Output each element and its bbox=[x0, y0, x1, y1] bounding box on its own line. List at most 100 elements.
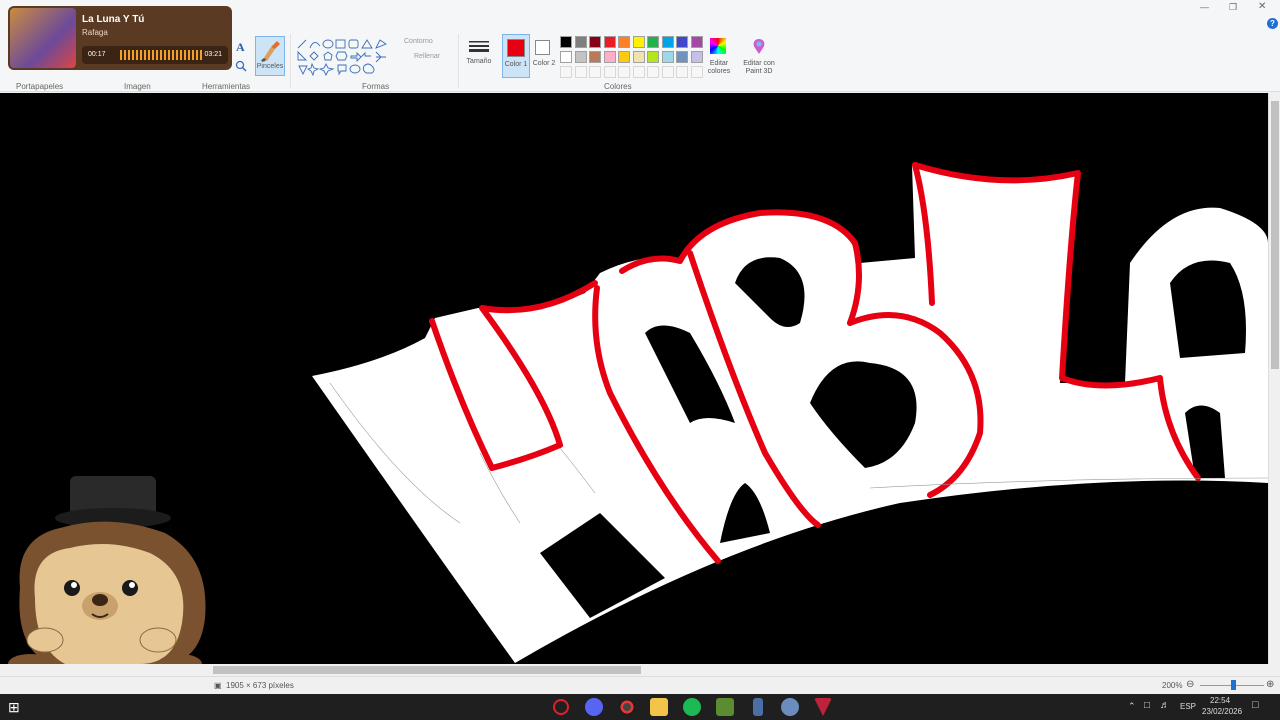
help-icon[interactable]: ? bbox=[1267, 18, 1278, 29]
custom-color-slot[interactable] bbox=[647, 66, 659, 78]
brush-icon bbox=[261, 41, 280, 62]
color1-swatch bbox=[507, 39, 525, 57]
hedgehog-mascot-icon bbox=[8, 476, 206, 664]
magnifier-icon[interactable] bbox=[235, 60, 247, 72]
palette-swatch[interactable] bbox=[661, 36, 674, 48]
palette-swatch[interactable] bbox=[603, 51, 616, 63]
palette-swatch[interactable] bbox=[690, 36, 703, 48]
brushes-button[interactable]: Pinceles bbox=[255, 36, 285, 76]
palette-swatch[interactable] bbox=[632, 36, 645, 48]
edit-colors-button[interactable]: Editar colores bbox=[706, 36, 732, 78]
size-button[interactable]: Tamaño bbox=[464, 36, 494, 76]
obs-icon[interactable] bbox=[618, 698, 636, 716]
custom-color-slot[interactable] bbox=[603, 66, 616, 78]
palette-swatch[interactable] bbox=[690, 51, 703, 63]
tray-chevron-icon[interactable]: ⌃ bbox=[1128, 701, 1136, 712]
group-image: Imagen bbox=[124, 82, 151, 91]
valorant-icon[interactable] bbox=[814, 698, 832, 716]
custom-color-slot[interactable] bbox=[690, 66, 703, 78]
palette-swatch[interactable] bbox=[574, 36, 587, 48]
palette-swatch[interactable] bbox=[574, 51, 587, 63]
network-icon[interactable]: □ bbox=[1144, 700, 1150, 711]
taskbar: ⊞ ⌃ □ ♬ ESP 22:54 23/02/2026 □ bbox=[0, 694, 1280, 720]
zoom-in-icon[interactable]: ⊕ bbox=[1266, 679, 1274, 690]
clock-date[interactable]: 23/02/2026 bbox=[1202, 707, 1242, 716]
custom-color-slot[interactable] bbox=[618, 66, 630, 78]
palette-swatch[interactable] bbox=[589, 36, 601, 48]
brushes-label: Pinceles bbox=[256, 63, 284, 70]
group-colors: Colores bbox=[604, 82, 632, 91]
duration-time: 03:21 bbox=[204, 51, 222, 58]
outline-dropdown[interactable]: Contorno bbox=[404, 38, 433, 45]
palette-swatch[interactable] bbox=[676, 36, 688, 48]
restore-icon[interactable]: ❐ bbox=[1229, 2, 1237, 13]
color2-swatch bbox=[535, 40, 550, 55]
custom-color-slot[interactable] bbox=[560, 66, 572, 78]
palette-swatch[interactable] bbox=[647, 36, 659, 48]
close-icon[interactable]: ✕ bbox=[1258, 1, 1266, 12]
notifications-icon[interactable]: □ bbox=[1252, 699, 1259, 711]
zoom-out-icon[interactable]: ⊖ bbox=[1186, 679, 1194, 690]
custom-color-slot[interactable] bbox=[661, 66, 674, 78]
palette-swatch[interactable] bbox=[676, 51, 688, 63]
volume-icon[interactable]: ♬ bbox=[1160, 700, 1170, 711]
color1-label: Color 1 bbox=[504, 61, 528, 68]
custom-color-slot[interactable] bbox=[632, 66, 645, 78]
minecraft-icon[interactable] bbox=[716, 698, 734, 716]
drawing-canvas[interactable] bbox=[0, 93, 1268, 664]
canvas-size-icon: ▣ bbox=[214, 681, 222, 690]
track-artist: Rafaga bbox=[82, 28, 108, 37]
paint3d-icon bbox=[753, 39, 765, 54]
divider bbox=[458, 34, 459, 88]
discord-icon[interactable] bbox=[585, 698, 603, 716]
minimize-icon[interactable]: — bbox=[1200, 2, 1209, 12]
language-indicator[interactable]: ESP bbox=[1180, 702, 1196, 711]
palette-swatch[interactable] bbox=[560, 36, 572, 48]
text-tool-button[interactable]: A bbox=[236, 40, 245, 55]
line-size-icon bbox=[469, 41, 489, 52]
color-wheel-icon bbox=[710, 38, 726, 54]
fill-dropdown[interactable]: Rellenar bbox=[414, 53, 440, 60]
custom-color-slot[interactable] bbox=[574, 66, 587, 78]
folder-icon[interactable] bbox=[650, 698, 668, 716]
app-icon[interactable] bbox=[753, 698, 763, 716]
zoom-slider-thumb[interactable] bbox=[1231, 680, 1236, 690]
playback-bar[interactable]: 00:17 03:21 bbox=[82, 46, 228, 64]
shapes-gallery[interactable] bbox=[296, 38, 394, 76]
elapsed-time: 00:17 bbox=[88, 51, 106, 58]
track-title: La Luna Y Tú bbox=[82, 14, 145, 25]
palette-swatch[interactable] bbox=[589, 51, 601, 63]
start-icon[interactable]: ⊞ bbox=[8, 698, 26, 716]
palette-swatch[interactable] bbox=[618, 51, 630, 63]
horizontal-scrollbar[interactable] bbox=[0, 664, 1268, 676]
zoom-level: 200% bbox=[1162, 681, 1183, 690]
palette-swatch[interactable] bbox=[603, 36, 616, 48]
divider bbox=[290, 34, 291, 88]
palette-swatch[interactable] bbox=[560, 51, 572, 63]
horizontal-scroll-thumb[interactable] bbox=[213, 666, 641, 674]
vertical-scroll-thumb[interactable] bbox=[1271, 101, 1279, 369]
ribbon: La Luna Y Tú Rafaga 00:17 03:21 A Pincel… bbox=[0, 0, 1280, 92]
size-label: Tamaño bbox=[466, 58, 492, 65]
palette-swatch[interactable] bbox=[661, 51, 674, 63]
clock-time[interactable]: 22:54 bbox=[1210, 696, 1230, 705]
color2-button[interactable]: Color 2 bbox=[532, 34, 556, 78]
spotify-icon[interactable] bbox=[683, 698, 701, 716]
opera-icon[interactable] bbox=[553, 699, 569, 715]
edit-paint3d-button[interactable]: Editar con Paint 3D bbox=[740, 36, 778, 78]
color-palette[interactable] bbox=[560, 36, 710, 80]
status-bar: ▣ 1905 × 673 píxeles 200% ⊖ ⊕ bbox=[0, 676, 1280, 694]
group-tools: Herramientas bbox=[202, 82, 251, 91]
waveform-icon bbox=[120, 50, 202, 60]
custom-color-slot[interactable] bbox=[589, 66, 601, 78]
paint-icon[interactable] bbox=[781, 698, 799, 716]
group-clipboard: Portapapeles bbox=[16, 82, 64, 91]
color1-button[interactable]: Color 1 bbox=[502, 34, 530, 78]
custom-color-slot[interactable] bbox=[676, 66, 688, 78]
palette-swatch[interactable] bbox=[647, 51, 659, 63]
vertical-scrollbar[interactable] bbox=[1268, 93, 1280, 664]
media-player-widget[interactable]: La Luna Y Tú Rafaga 00:17 03:21 bbox=[8, 6, 232, 70]
group-shapes: Formas bbox=[362, 82, 390, 91]
palette-swatch[interactable] bbox=[632, 51, 645, 63]
palette-swatch[interactable] bbox=[618, 36, 630, 48]
